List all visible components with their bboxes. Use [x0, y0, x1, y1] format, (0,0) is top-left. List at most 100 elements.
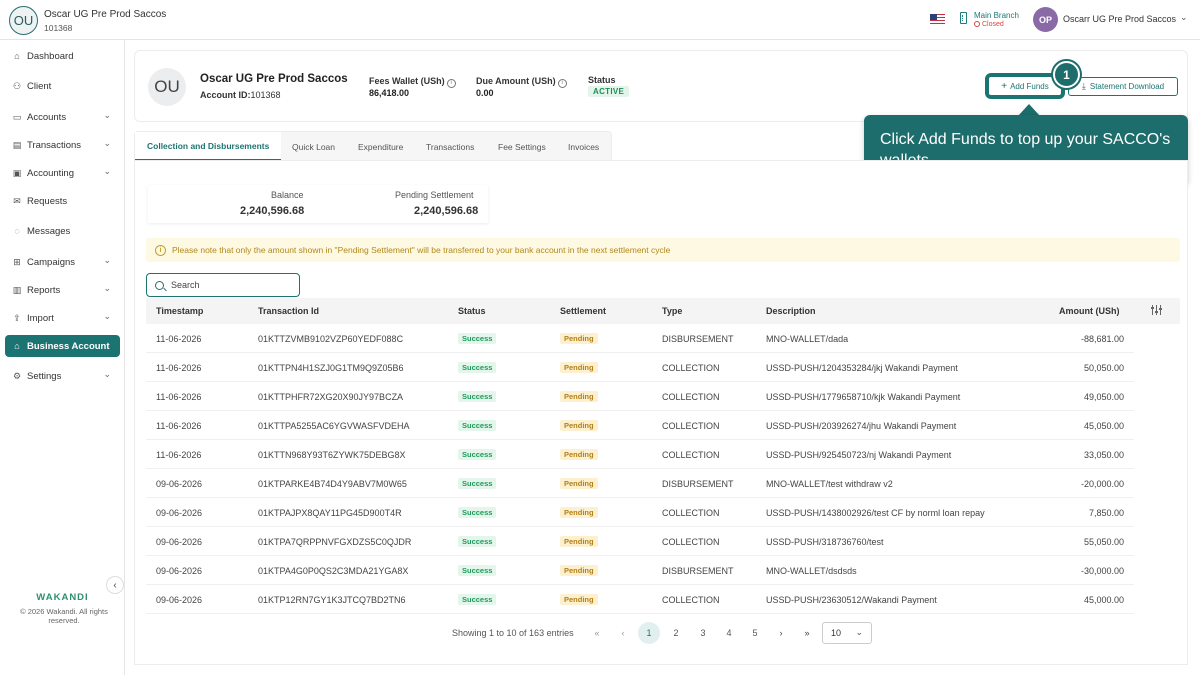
- page-button-3[interactable]: 3: [692, 623, 714, 643]
- column-header-settlement[interactable]: Settlement: [560, 306, 606, 316]
- last-page-button[interactable]: »: [796, 623, 818, 643]
- status-badge: Success: [458, 420, 497, 431]
- tab-transactions[interactable]: Transactions: [426, 132, 474, 161]
- sidebar-item-accounting[interactable]: ▣ Accounting ⌄: [5, 162, 120, 184]
- table-row[interactable]: 09-06-2026 01KTP12RN7GY1K3JTCQ7BD2TN6 Su…: [146, 585, 1134, 614]
- column-header-transaction-id[interactable]: Transaction Id: [258, 306, 319, 316]
- table-row[interactable]: 11-06-2026 01KTTN968Y93T6ZYWK75DEBG8X Su…: [146, 440, 1134, 469]
- cell-transaction-id: 01KTTPA5255AC6YGVWASFVDEHA: [258, 421, 410, 431]
- money-icon: ▤: [12, 139, 22, 150]
- page-button-5[interactable]: 5: [744, 623, 766, 643]
- sidebar-item-label: Business Account: [27, 340, 110, 352]
- cell-timestamp: 11-06-2026: [156, 392, 202, 402]
- sidebar-item-label: Accounting: [27, 167, 75, 179]
- page-button-4[interactable]: 4: [718, 623, 740, 643]
- search-input[interactable]: [171, 280, 291, 290]
- cell-transaction-id: 01KTTN968Y93T6ZYWK75DEBG8X: [258, 450, 406, 460]
- chevron-down-icon: ⌄: [103, 369, 111, 379]
- branch-name[interactable]: Main Branch: [974, 11, 1019, 20]
- brand-logo: WAKANDI: [36, 592, 89, 603]
- tab-invoices[interactable]: Invoices: [568, 132, 599, 161]
- column-header-status[interactable]: Status: [458, 306, 486, 316]
- settlement-badge: Pending: [560, 594, 598, 605]
- info-icon[interactable]: i: [557, 79, 567, 88]
- column-header-timestamp[interactable]: Timestamp: [156, 306, 203, 316]
- tab-collection-and-disbursements[interactable]: Collection and Disbursements: [135, 132, 282, 161]
- sidebar-item-requests[interactable]: ✉ Requests: [5, 190, 120, 212]
- sidebar-item-messages[interactable]: ◌ Messages: [5, 220, 120, 242]
- settlement-badge: Pending: [560, 478, 598, 489]
- settlement-badge: Pending: [560, 536, 598, 547]
- table-row[interactable]: 11-06-2026 01KTTPA5255AC6YGVWASFVDEHA Su…: [146, 411, 1134, 440]
- due-amount-label: Due Amount (USh) i: [476, 76, 567, 88]
- tab-fee-settings[interactable]: Fee Settings: [498, 132, 546, 161]
- column-header-description[interactable]: Description: [766, 306, 816, 316]
- download-icon: ⤓: [1081, 81, 1086, 91]
- chat-icon: ◌: [14, 226, 20, 236]
- us-flag-icon[interactable]: [930, 14, 945, 24]
- search-box[interactable]: [146, 273, 300, 297]
- chart-icon: ▥: [12, 284, 22, 295]
- cell-amount: 33,050.00: [1083, 450, 1124, 460]
- sidebar-item-transactions[interactable]: ▤ Transactions ⌄: [5, 134, 120, 156]
- next-page-button[interactable]: ›: [770, 623, 792, 643]
- chevron-down-icon: ⌄: [855, 627, 863, 637]
- page-size-select[interactable]: 10 ⌄: [822, 622, 872, 644]
- settlement-badge: Pending: [560, 391, 598, 402]
- sidebar-item-settings[interactable]: ⚙ Settings ⌄: [5, 365, 120, 387]
- sidebar-item-business-account[interactable]: ⌂ Business Account: [5, 335, 120, 357]
- sidebar-item-dashboard[interactable]: ⌂ Dashboard: [5, 45, 120, 67]
- cell-type: COLLECTION: [662, 450, 720, 460]
- cell-transaction-id: 01KTPARKE4B74D4Y9ABV7M0W65: [258, 479, 407, 489]
- fees-wallet-value: 86,418.00: [369, 88, 410, 98]
- sidebar-item-label: Campaigns: [27, 256, 76, 268]
- status-badge: Success: [458, 507, 497, 518]
- status-badge: Success: [458, 362, 497, 373]
- gear-icon: ⚙: [12, 370, 22, 381]
- chevron-down-icon[interactable]: ⌄: [1180, 12, 1188, 23]
- pending-settlement-value: 2,240,596.68: [414, 205, 479, 217]
- user-avatar[interactable]: OP: [1033, 7, 1058, 32]
- sidebar-item-campaigns[interactable]: ⊞ Campaigns ⌄: [5, 251, 120, 273]
- sidebar-item-reports[interactable]: ▥ Reports ⌄: [5, 279, 120, 301]
- sidebar-item-accounts[interactable]: ▭ Accounts ⌄: [5, 106, 120, 128]
- column-header-amount[interactable]: Amount (USh): [1059, 306, 1120, 316]
- cell-timestamp: 11-06-2026: [156, 334, 202, 344]
- tab-quick-loan[interactable]: Quick Loan: [292, 132, 335, 161]
- sidebar-item-label: Reports: [27, 284, 61, 296]
- first-page-button[interactable]: «: [586, 623, 608, 643]
- table-row[interactable]: 09-06-2026 01KTPARKE4B74D4Y9ABV7M0W65 Su…: [146, 469, 1134, 498]
- settlement-badge: Pending: [560, 507, 598, 518]
- page-button-1[interactable]: 1: [638, 622, 660, 644]
- add-funds-button[interactable]: + Add Funds: [988, 76, 1062, 96]
- sidebar-item-import[interactable]: ⇪ Import ⌄: [5, 307, 120, 329]
- info-icon[interactable]: i: [446, 79, 456, 88]
- column-header-type[interactable]: Type: [662, 306, 682, 316]
- cell-transaction-id: 01KTTPN4H1SZJ0G1TM9Q9Z05B6: [258, 363, 404, 373]
- status-badge: Success: [458, 333, 497, 344]
- org-name: Oscar UG Pre Prod Saccos: [44, 9, 167, 20]
- cell-amount: 55,050.00: [1083, 537, 1124, 547]
- bank-icon: ⌂: [14, 341, 20, 351]
- org-avatar[interactable]: OU: [9, 6, 38, 35]
- user-name[interactable]: Oscarr UG Pre Prod Saccos: [1063, 14, 1176, 24]
- prev-page-button[interactable]: ‹: [612, 623, 634, 643]
- column-settings-icon[interactable]: [1151, 305, 1162, 315]
- cell-timestamp: 09-06-2026: [156, 537, 203, 547]
- cell-timestamp: 11-06-2026: [156, 450, 202, 460]
- cell-type: COLLECTION: [662, 595, 720, 605]
- table-row[interactable]: 11-06-2026 01KTTPHFR72XG20X90JY97BCZA Su…: [146, 382, 1134, 411]
- tab-expenditure[interactable]: Expenditure: [358, 132, 403, 161]
- home-icon: ⌂: [14, 51, 20, 61]
- statement-download-button[interactable]: ⤓ Statement Download: [1068, 77, 1178, 96]
- cell-amount: -20,000.00: [1080, 479, 1124, 489]
- sidebar-item-client[interactable]: ⚇ Client: [5, 75, 120, 97]
- table-row[interactable]: 11-06-2026 01KTTPN4H1SZJ0G1TM9Q9Z05B6 Su…: [146, 353, 1134, 382]
- table-row[interactable]: 11-06-2026 01KTTZVMB9102VZP60YEDF088C Su…: [146, 324, 1134, 353]
- table-row[interactable]: 09-06-2026 01KTPA7QRPPNVFGXDZS5C0QJDR Su…: [146, 527, 1134, 556]
- cell-amount: -30,000.00: [1080, 566, 1124, 576]
- table-row[interactable]: 09-06-2026 01KTPA4G0P0QS2C3MDA21YGA8X Su…: [146, 556, 1134, 585]
- cell-description: USSD-PUSH/1438002926/test CF by norml lo…: [766, 508, 985, 518]
- page-button-2[interactable]: 2: [665, 623, 687, 643]
- table-row[interactable]: 09-06-2026 01KTPAJPX8QAY11PG45D900T4R Su…: [146, 498, 1134, 527]
